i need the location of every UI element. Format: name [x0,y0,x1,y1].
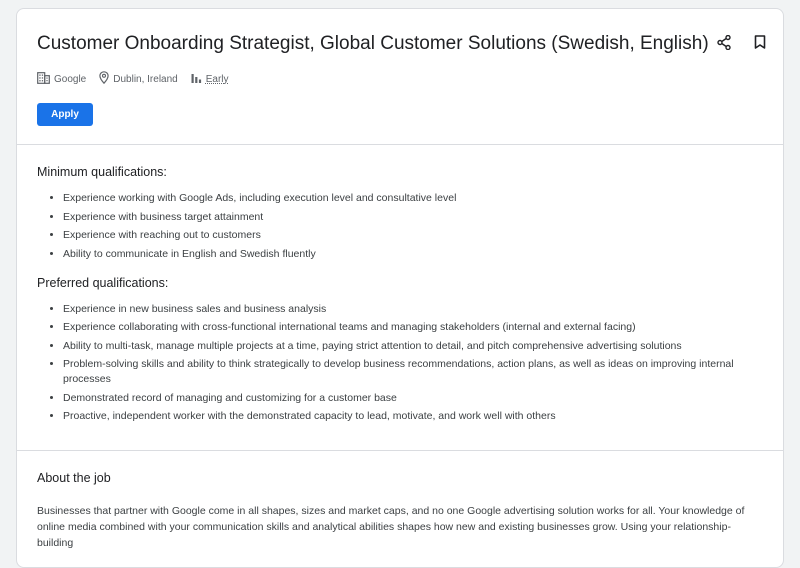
level-meta[interactable]: Early [191,73,229,86]
level-text[interactable]: Early [206,74,229,85]
list-item: Demonstrated record of managing and cust… [63,391,763,406]
list-item: Experience collaborating with cross-func… [63,320,763,335]
about-text: Businesses that partner with Google come… [37,505,745,549]
list-item: Proactive, independent worker with the d… [63,409,763,424]
job-title: Customer Onboarding Strategist, Global C… [37,33,709,54]
job-meta: Google Dublin, Ireland Early [37,71,763,87]
list-item: Ability to communicate in English and Sw… [63,247,763,262]
job-header: Customer Onboarding Strategist, Global C… [17,9,783,145]
list-item: Experience working with Google Ads, incl… [63,191,763,206]
job-actions [715,33,769,51]
preferred-qualifications-list: Experience in new business sales and bus… [37,302,763,425]
location-pin-icon [99,71,113,87]
company-meta: Google [37,71,87,87]
minimum-qualifications-list: Experience working with Google Ads, incl… [37,191,763,262]
bookmark-icon[interactable] [751,33,769,51]
list-item: Experience with business target attainme… [63,210,763,225]
list-item: Ability to multi-task, manage multiple p… [63,339,763,354]
qualifications-section: Minimum qualifications: Experience worki… [17,145,783,451]
list-item: Experience with reaching out to customer… [63,228,763,243]
apply-button[interactable]: Apply [37,103,93,126]
list-item: Problem-solving skills and ability to th… [63,357,763,387]
list-item: Experience in new business sales and bus… [63,302,763,317]
building-icon [37,71,54,87]
job-card: Customer Onboarding Strategist, Global C… [16,8,784,568]
preferred-qualifications-heading: Preferred qualifications: [37,275,169,290]
bar-chart-icon [191,73,206,86]
company-name: Google [54,73,87,85]
about-section: About the job Businesses that partner wi… [17,451,783,551]
about-heading: About the job [37,471,111,485]
minimum-qualifications-heading: Minimum qualifications: [37,165,167,179]
location-meta: Dublin, Ireland [99,71,178,87]
share-icon[interactable] [715,33,733,51]
location-text: Dublin, Ireland [113,73,178,85]
